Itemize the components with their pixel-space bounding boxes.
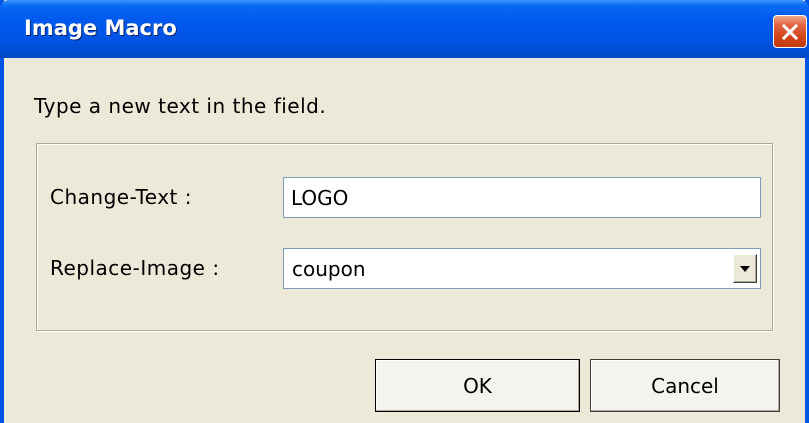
form-group-box xyxy=(36,143,773,331)
instruction-text: Type a new text in the field. xyxy=(34,94,327,118)
replace-image-selected-value: coupon xyxy=(292,257,366,281)
title-bar[interactable]: Image Macro xyxy=(0,0,809,58)
replace-image-label: Replace-Image : xyxy=(50,256,220,280)
close-x-icon xyxy=(781,23,799,40)
change-text-label: Change-Text : xyxy=(50,185,192,209)
close-button[interactable] xyxy=(773,15,807,48)
ok-button[interactable]: OK xyxy=(375,359,580,412)
chevron-down-icon xyxy=(740,265,750,272)
dropdown-arrow-button[interactable] xyxy=(733,254,757,283)
replace-image-select[interactable]: coupon xyxy=(283,248,761,289)
change-text-input[interactable] xyxy=(283,177,761,218)
window-title: Image Macro xyxy=(24,16,177,40)
cancel-button[interactable]: Cancel xyxy=(590,359,780,412)
